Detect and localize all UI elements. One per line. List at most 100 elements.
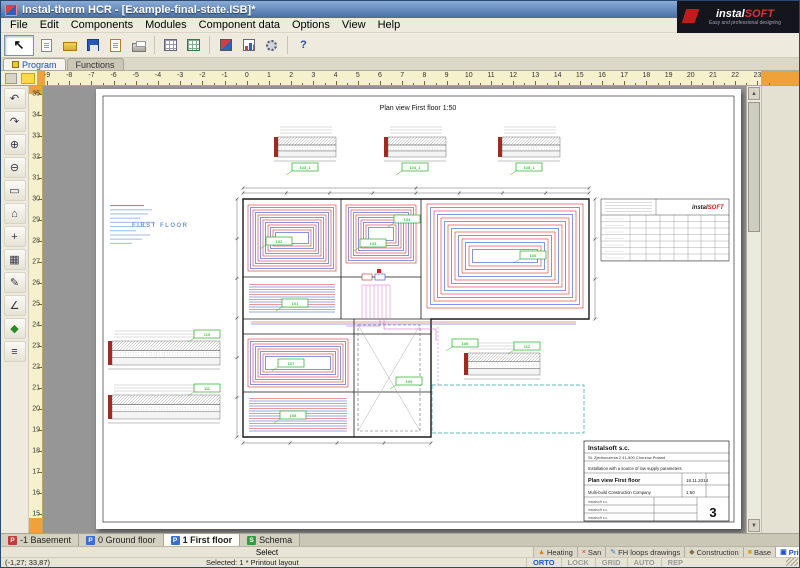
print-button[interactable] bbox=[128, 35, 149, 56]
modules-button[interactable] bbox=[215, 35, 236, 56]
toggle-rep[interactable]: REP bbox=[661, 558, 689, 567]
save-project-button[interactable] bbox=[82, 35, 103, 56]
hruler-tick-minor bbox=[502, 83, 503, 85]
menu-view[interactable]: View bbox=[336, 19, 372, 31]
hruler-tick-minor bbox=[391, 83, 392, 85]
diagram-button[interactable] bbox=[238, 35, 259, 56]
tool-mode-panel: Select bbox=[1, 547, 534, 557]
options-button[interactable] bbox=[261, 35, 282, 56]
vertical-ruler[interactable]: 3534333231302928272625242322212019181716… bbox=[29, 86, 43, 533]
scroll-down-arrow[interactable]: ▼ bbox=[748, 519, 760, 532]
mode-tab-san[interactable]: ×San bbox=[578, 547, 606, 557]
hruler-number: -1 bbox=[221, 72, 227, 79]
mode-tab-printout[interactable]: ▣Printout bbox=[776, 547, 799, 557]
toggle-grid[interactable]: GRID bbox=[595, 558, 627, 567]
hruler-tick-minor bbox=[147, 83, 148, 85]
hruler-tick bbox=[602, 81, 603, 85]
loop-label: 105_1 bbox=[523, 165, 535, 170]
floor-tab--1-basement[interactable]: P-1 Basement bbox=[1, 534, 79, 546]
resize-grip[interactable] bbox=[786, 557, 798, 566]
vertical-scroll-thumb[interactable] bbox=[748, 102, 760, 232]
titleblock-address: St. Zjednoczenia 2 41-500 Chorzów Poland bbox=[588, 455, 665, 460]
hruler-tick-minor bbox=[258, 83, 259, 85]
vruler-tick bbox=[38, 325, 42, 326]
hruler-tick-minor bbox=[547, 83, 548, 85]
menu-options[interactable]: Options bbox=[286, 19, 336, 31]
loop-label: 109 bbox=[406, 379, 413, 384]
print-icon bbox=[132, 43, 146, 52]
tab-functions[interactable]: Functions bbox=[67, 58, 124, 70]
hruler-tick-minor bbox=[635, 83, 636, 85]
loop-label: 101 bbox=[292, 301, 299, 306]
mode-tab-construction[interactable]: ◆Construction bbox=[685, 547, 744, 557]
hruler-tick bbox=[358, 81, 359, 85]
pen-icon: ✎ bbox=[610, 549, 616, 556]
zoom-fit-button[interactable]: ⌂ bbox=[4, 203, 26, 224]
menu-component-data[interactable]: Component data bbox=[193, 19, 286, 31]
toggle-lock[interactable]: LOCK bbox=[561, 558, 595, 567]
flame-icon: ▲ bbox=[538, 549, 545, 556]
hruler-tick-minor bbox=[191, 83, 192, 85]
zoom-window-button[interactable]: ▭ bbox=[4, 180, 26, 201]
draw-pipe-button[interactable]: ✎ bbox=[4, 272, 26, 293]
floor-tab-label: Schema bbox=[259, 535, 292, 545]
hruler-tick-minor bbox=[613, 83, 614, 85]
horizontal-ruler[interactable]: -9-8-7-6-5-4-3-2-10123456789101112131415… bbox=[1, 71, 799, 86]
tab-program[interactable]: Program bbox=[3, 58, 66, 70]
zoom-out-button[interactable]: ⊖ bbox=[4, 157, 26, 178]
floor-construction-details bbox=[108, 127, 560, 423]
floor-tab-schema[interactable]: SSchema bbox=[240, 534, 300, 546]
hruler-number: -7 bbox=[88, 72, 94, 79]
redo-button[interactable]: ↷ bbox=[4, 111, 26, 132]
vertical-scrollbar[interactable]: ▲ ▼ bbox=[746, 86, 761, 533]
titleblock-scale: 1:50 bbox=[686, 490, 695, 495]
menu-components[interactable]: Components bbox=[65, 19, 139, 31]
mode-tab-base[interactable]: ■Base bbox=[744, 547, 776, 557]
component-table-button[interactable] bbox=[160, 35, 181, 56]
floor-tab-1-first-floor[interactable]: P1 First floor bbox=[164, 534, 241, 546]
drawing-page[interactable]: Plan view First floor 1:50 FIRST FLOOR bbox=[96, 89, 741, 529]
tab-functions-label: Functions bbox=[76, 60, 115, 70]
vruler-tick bbox=[38, 283, 42, 284]
hruler-number: 17 bbox=[620, 72, 628, 79]
help-button[interactable]: ? bbox=[293, 35, 314, 56]
ruler-scale-icon bbox=[21, 73, 35, 84]
hruler-tick bbox=[646, 81, 647, 85]
floor-tab-0-ground-floor[interactable]: P0 Ground floor bbox=[79, 534, 164, 546]
diagram-icon bbox=[243, 39, 255, 51]
menu-edit[interactable]: Edit bbox=[34, 19, 65, 31]
toggle-orto[interactable]: ORTO bbox=[526, 558, 561, 567]
measure-button[interactable]: ∠ bbox=[4, 295, 26, 316]
open-project-button[interactable] bbox=[59, 35, 80, 56]
hruler-number: 9 bbox=[445, 72, 449, 79]
scroll-up-arrow[interactable]: ▲ bbox=[748, 87, 760, 100]
app-icon bbox=[5, 4, 17, 16]
hruler-tick bbox=[447, 81, 448, 85]
menu-help[interactable]: Help bbox=[372, 19, 407, 31]
new-project-button[interactable] bbox=[36, 35, 57, 56]
layers-button[interactable]: ≡ bbox=[4, 341, 26, 362]
component-table-icon bbox=[164, 39, 177, 51]
insert-component-button[interactable]: ◆ bbox=[4, 318, 26, 339]
zoom-in-button[interactable]: ⊕ bbox=[4, 134, 26, 155]
hruler-tick bbox=[202, 81, 203, 85]
hruler-number: -3 bbox=[177, 72, 183, 79]
floor-tab-track bbox=[300, 534, 799, 546]
results-table-button[interactable] bbox=[183, 35, 204, 56]
undo-button[interactable]: ↶ bbox=[4, 88, 26, 109]
hruler-tick-minor bbox=[347, 83, 348, 85]
pan-button[interactable]: + bbox=[4, 226, 26, 247]
mode-tab-heating[interactable]: ▲Heating bbox=[534, 547, 578, 557]
mode-tab-fh-loops-drawings[interactable]: ✎FH loops drawings bbox=[606, 547, 685, 557]
hruler-number: 0 bbox=[245, 72, 249, 79]
menu-modules[interactable]: Modules bbox=[139, 19, 193, 31]
vruler-tick bbox=[38, 115, 42, 116]
hruler-tick-minor bbox=[680, 83, 681, 85]
project-data-button[interactable] bbox=[105, 35, 126, 56]
select-area-button[interactable]: ▦ bbox=[4, 249, 26, 270]
toggle-auto[interactable]: AUTO bbox=[627, 558, 661, 567]
select-tool-button[interactable]: ↖ bbox=[4, 35, 34, 56]
menu-file[interactable]: File bbox=[4, 19, 34, 31]
hruler-tick-minor bbox=[436, 83, 437, 85]
drawing-canvas[interactable]: Plan view First floor 1:50 FIRST FLOOR bbox=[43, 86, 746, 533]
